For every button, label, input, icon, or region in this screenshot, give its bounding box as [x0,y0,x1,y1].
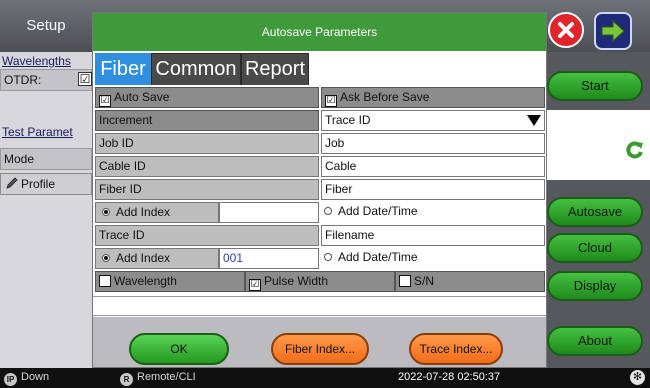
sn-label: S/N [414,274,435,288]
fiber-id-input[interactable]: Fiber [321,179,545,200]
ip-status-text: Down [21,371,50,383]
dialog-title: Autosave Parameters [93,13,546,51]
otdr-checkbox[interactable]: ☑ [78,72,92,86]
fiber-form: ☑ Auto Save ☑ Ask Before Save Increment Tr… [93,85,546,317]
increment-label: Increment [95,110,319,131]
sn-checkbox[interactable]: S/N [395,271,545,292]
fiber-add-datetime-radio[interactable]: Add Date/Time [321,202,545,223]
trace-id-label: Trace ID [95,225,319,246]
about-button[interactable]: About [547,326,643,356]
dialog-footer: OK Fiber Index... Trace Index... [93,331,546,367]
arrow-right-icon [601,20,625,42]
ip-icon: IP [4,373,17,386]
ok-button[interactable]: OK [129,333,229,365]
wavelength-label: Wavelength [114,274,177,288]
autosave-dialog: Autosave Parameters Fiber Common Report … [92,12,547,368]
tab-fiber[interactable]: Fiber [95,53,151,85]
display-button[interactable]: Display [547,271,643,301]
increment-row: Increment Trace ID [93,110,546,131]
job-id-label: Job ID [95,133,319,154]
job-id-input[interactable]: Job [321,133,545,154]
auto-save-check-icon: ☑ [99,95,111,107]
trace-index-input[interactable]: 001 [219,248,319,269]
close-icon [558,22,574,38]
profile-button[interactable]: Profile [0,173,92,195]
cable-id-label: Cable ID [95,156,319,177]
auto-save-label: Auto Save [114,90,170,104]
autosave-row: ☑ Auto Save ☑ Ask Before Save [93,87,546,108]
increment-select[interactable]: Trace ID [321,110,545,131]
wavelength-check-icon [99,275,111,287]
page-title: Setup [26,17,66,34]
dropdown-arrow-icon [527,115,541,126]
radio-selected-icon [102,208,110,216]
fiber-index-button[interactable]: Fiber Index... [271,333,369,365]
datetime: 2022-07-28 02:50:37 [398,371,501,383]
test-params-link[interactable]: Test Paramet [2,125,94,139]
filename-options-row: Wavelength ☑ Pulse Width S/N [93,271,546,292]
radio-unselected-icon [324,207,332,215]
fiber-add-index-radio[interactable]: Add Index [95,202,219,223]
setup-sidebar: Wavelengths OTDR: ☑ Test Paramet Mode Pr… [0,52,92,368]
remote-status-text: Remote/CLI [137,371,196,383]
otdr-label: OTDR: [4,73,42,87]
refresh-panel [547,110,650,180]
trace-add-datetime-radio[interactable]: Add Date/Time [321,248,545,269]
ask-before-save-label: Ask Before Save [340,90,430,104]
tab-report[interactable]: Report [241,53,309,85]
bluetooth-icon[interactable]: ✻ [630,370,645,385]
ask-check-icon: ☑ [325,95,337,107]
tab-bar: Fiber Common Report [93,51,546,85]
autosave-button[interactable]: Autosave [547,197,643,227]
fiber-id-label: Fiber ID [95,179,319,200]
radio-selected-icon [102,254,110,262]
cloud-button[interactable]: Cloud [547,233,643,263]
trace-id-input[interactable]: Filename [321,225,545,246]
fiber-index-row: Add Index Add Date/Time [93,202,546,223]
cable-id-input[interactable]: Cable [321,156,545,177]
start-button[interactable]: Start [547,71,643,101]
next-button[interactable] [594,12,632,50]
radio-unselected-icon [324,253,332,261]
trace-index-button[interactable]: Trace Index... [409,333,503,365]
remote-status: R Remote/CLI [120,371,196,386]
sn-check-icon [399,275,411,287]
pulse-width-checkbox[interactable]: ☑ Pulse Width [245,271,395,292]
auto-save-checkbox[interactable]: ☑ Auto Save [95,87,319,108]
refresh-icon[interactable] [625,140,645,160]
trace-id-row: Trace ID Filename [93,225,546,246]
fiber-add-datetime-label: Add Date/Time [338,204,418,218]
wavelength-checkbox[interactable]: Wavelength [95,271,245,292]
trace-add-datetime-label: Add Date/Time [338,250,418,264]
remote-icon: R [120,373,133,386]
increment-value: Trace ID [325,113,371,127]
pencil-icon [5,176,19,190]
ask-before-save-checkbox[interactable]: ☑ Ask Before Save [321,87,545,108]
mode-field[interactable]: Mode [0,148,92,170]
job-id-row: Job ID Job [93,133,546,154]
ip-status: IP Down [4,371,49,386]
status-bar: IP Down R Remote/CLI 2022-07-28 02:50:37 ✻ [0,368,650,388]
close-button[interactable] [548,12,584,48]
filename-preview [93,296,546,316]
wavelengths-link[interactable]: Wavelengths [2,54,94,68]
fiber-index-input[interactable] [219,202,319,223]
profile-label: Profile [21,177,56,191]
app-window: Setup Wavelengths OTDR: ☑ Test Paramet M… [0,0,650,388]
tab-common[interactable]: Common [151,53,241,85]
pulse-width-label: Pulse Width [264,274,329,288]
trace-index-row: Add Index 001 Add Date/Time [93,248,546,269]
trace-add-index-radio[interactable]: Add Index [95,248,219,269]
fiber-add-index-label: Add Index [116,205,171,219]
pulse-width-check-icon: ☑ [249,279,261,291]
trace-add-index-label: Add Index [116,251,171,265]
cable-id-row: Cable ID Cable [93,156,546,177]
fiber-id-row: Fiber ID Fiber [93,179,546,200]
